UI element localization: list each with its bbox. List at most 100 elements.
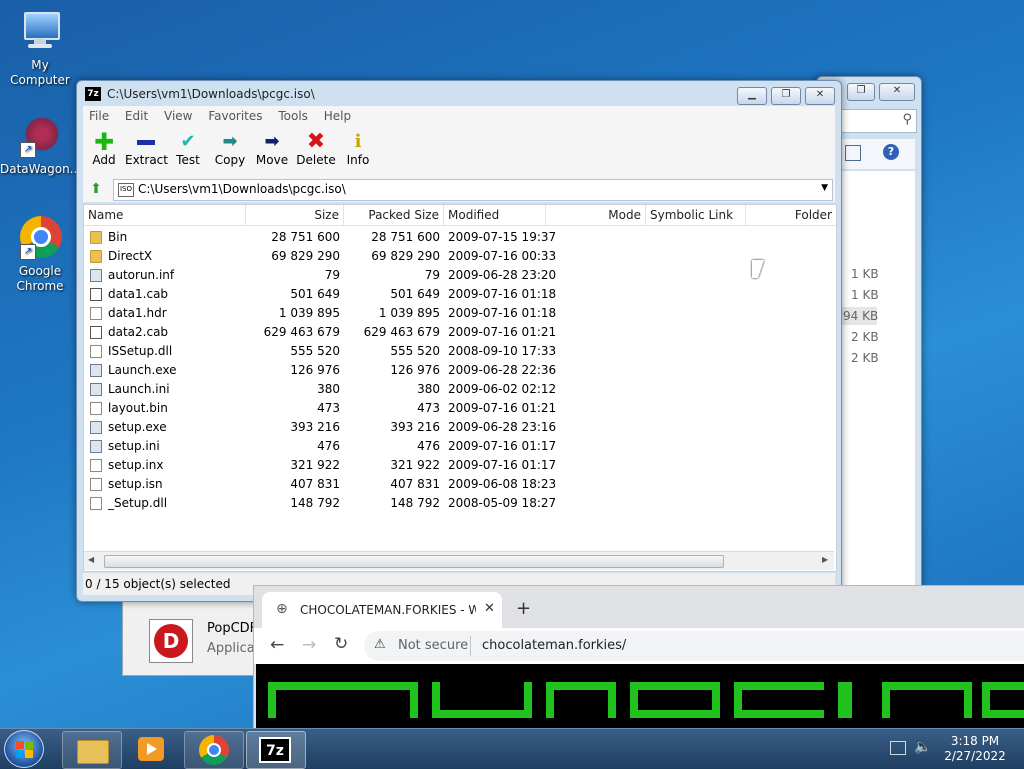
- cell-modified: 2008-09-10 17:33: [448, 344, 557, 358]
- menu-favorites[interactable]: Favorites: [202, 106, 268, 126]
- chrome-tab[interactable]: ⊕ CHOCOLATEMAN.FORKIES - WE ✕: [262, 592, 502, 628]
- preview-pane-icon[interactable]: [845, 145, 861, 161]
- file-icon: [90, 364, 102, 377]
- desktop-icon-google-chrome[interactable]: ↗ Google Chrome: [0, 214, 80, 294]
- file-icon: [90, 402, 102, 415]
- cell-size: 555 520: [290, 344, 340, 358]
- cell-modified: 2009-06-28 22:36: [448, 363, 557, 377]
- menu-view[interactable]: View: [158, 106, 198, 126]
- move-button[interactable]: ➡ Move: [251, 131, 293, 167]
- taskbar-media-player[interactable]: [122, 731, 180, 767]
- omnibox[interactable]: ⚠ Not secure chocolateman.forkies/: [364, 631, 1024, 661]
- column-folder[interactable]: Folder: [746, 205, 836, 225]
- table-row[interactable]: autorun.inf 79 79 2009-06-28 23:20: [84, 266, 836, 285]
- url-text: chocolateman.forkies/: [482, 638, 627, 653]
- table-row[interactable]: DirectX 69 829 290 69 829 290 2009-07-16 00…: [84, 247, 836, 266]
- desktop-icon-datawagon[interactable]: ↗ DataWagon...: [0, 112, 81, 177]
- file-icon: [90, 269, 102, 282]
- taskbar-explorer[interactable]: [62, 731, 122, 769]
- file-icon: [90, 288, 102, 301]
- cell-name: autorun.inf: [108, 268, 175, 282]
- maximize-button[interactable]: ❐: [847, 83, 875, 101]
- address-field[interactable]: ISO C:\Users\vm1\Downloads\pcgc.iso\ ▼: [113, 179, 833, 201]
- column-symbolic-link[interactable]: Symbolic Link: [646, 205, 746, 225]
- new-tab-icon[interactable]: +: [516, 598, 531, 619]
- close-button[interactable]: ✕: [805, 87, 835, 105]
- table-row[interactable]: _Setup.dll 148 792 148 792 2008-05-09 18:27: [84, 494, 836, 513]
- up-folder-icon[interactable]: ⬆: [87, 181, 105, 199]
- cell-packed-size: 555 520: [390, 344, 440, 358]
- sevenzip-window[interactable]: 7z C:\Users\vm1\Downloads\pcgc.iso\ ▁ ❐ …: [76, 80, 842, 602]
- chrome-window[interactable]: ⊕ CHOCOLATEMAN.FORKIES - WE ✕ + ← → ↻ ⚠ …: [253, 585, 1024, 730]
- volume-icon[interactable]: 🔈: [914, 739, 931, 755]
- taskbar-chrome[interactable]: [184, 731, 244, 769]
- column-header: Name Size Packed Size Modified Mode Symb…: [84, 205, 836, 226]
- extract-button[interactable]: Extract: [125, 131, 168, 167]
- scroll-left-icon[interactable]: ◀: [88, 555, 94, 564]
- menu-tools[interactable]: Tools: [272, 106, 314, 126]
- table-row[interactable]: setup.isn 407 831 407 831 2009-06-08 18:23: [84, 475, 836, 494]
- cell-modified: 2009-07-16 01:18: [448, 306, 557, 320]
- menu-edit[interactable]: Edit: [119, 106, 154, 126]
- explorer-toolbar: ?: [841, 139, 915, 169]
- file-list[interactable]: Name Size Packed Size Modified Mode Symb…: [83, 204, 837, 572]
- table-row[interactable]: setup.exe 393 216 393 216 2009-06-28 23:16: [84, 418, 836, 437]
- help-icon[interactable]: ?: [883, 144, 899, 160]
- clock[interactable]: 3:18 PM 2/27/2022: [940, 734, 1010, 764]
- table-row[interactable]: data2.cab 629 463 679 629 463 679 2009-07-1…: [84, 323, 836, 342]
- desktop-icon-my-computer[interactable]: My Computer: [0, 8, 80, 88]
- table-row[interactable]: data1.cab 501 649 501 649 2009-07-16 01:18: [84, 285, 836, 304]
- add-button[interactable]: ✚ Add: [83, 130, 125, 167]
- network-icon[interactable]: [890, 741, 906, 755]
- cell-modified: 2009-06-28 23:20: [448, 268, 557, 282]
- reload-icon[interactable]: ↻: [334, 634, 348, 654]
- title-bar[interactable]: 7z C:\Users\vm1\Downloads\pcgc.iso\ ▁ ❐ …: [77, 81, 841, 109]
- test-button[interactable]: ✔ Test: [167, 131, 209, 167]
- column-name[interactable]: Name: [84, 205, 246, 225]
- info-icon: i: [354, 131, 362, 152]
- table-row[interactable]: setup.ini 476 476 2009-07-16 01:17: [84, 437, 836, 456]
- close-button[interactable]: ✕: [879, 83, 915, 101]
- cell-packed-size: 501 649: [390, 287, 440, 301]
- back-icon[interactable]: ←: [270, 635, 284, 655]
- tab-close-icon[interactable]: ✕: [484, 601, 495, 616]
- delete-button[interactable]: ✖ Delete: [295, 131, 337, 168]
- scrollbar-thumb[interactable]: [104, 555, 724, 568]
- maximize-button[interactable]: ❐: [771, 87, 801, 105]
- table-row[interactable]: Launch.ini 380 380 2009-06-02 02:12: [84, 380, 836, 399]
- cell-size: 393 216: [290, 420, 340, 434]
- table-row[interactable]: Bin 28 751 600 28 751 600 2009-07-15 19:37: [84, 228, 836, 247]
- check-icon: ✔: [180, 131, 196, 152]
- table-row[interactable]: Launch.exe 126 976 126 976 2009-06-28 22:36: [84, 361, 836, 380]
- file-rows: Bin 28 751 600 28 751 600 2009-07-15 19:37 D…: [84, 228, 836, 528]
- warning-icon[interactable]: ⚠: [374, 637, 386, 652]
- table-row[interactable]: setup.inx 321 922 321 922 2009-07-16 01:17: [84, 456, 836, 475]
- minimize-button[interactable]: ▁: [737, 87, 767, 105]
- menu-help[interactable]: Help: [318, 106, 357, 126]
- column-packed-size[interactable]: Packed Size: [344, 205, 444, 225]
- cell-size: 79: [324, 268, 340, 282]
- column-size[interactable]: Size: [246, 205, 344, 225]
- taskbar-sevenzip[interactable]: 7z: [246, 731, 306, 769]
- start-button[interactable]: [4, 730, 44, 768]
- forward-icon[interactable]: →: [302, 635, 316, 655]
- cell-packed-size: 321 922: [390, 458, 440, 472]
- table-row[interactable]: ISSetup.dll 555 520 555 520 2008-09-10 17:3…: [84, 342, 836, 361]
- scroll-right-icon[interactable]: ▶: [822, 555, 828, 564]
- column-modified[interactable]: Modified: [444, 205, 546, 225]
- copy-button[interactable]: ➡ Copy: [209, 131, 251, 167]
- menu-file[interactable]: File: [83, 106, 115, 126]
- cell-packed-size: 1 039 895: [378, 306, 440, 320]
- info-button[interactable]: i Info: [337, 131, 379, 167]
- table-row[interactable]: layout.bin 473 473 2009-07-16 01:21: [84, 399, 836, 418]
- installer-item-panel[interactable]: D PopCDF Applicat: [122, 598, 264, 676]
- search-box[interactable]: ⚲: [841, 109, 917, 133]
- horizontal-scrollbar[interactable]: ◀ ▶: [84, 551, 834, 570]
- dropdown-chevron-icon[interactable]: ▼: [821, 183, 828, 193]
- table-row[interactable]: data1.hdr 1 039 895 1 039 895 2009-07-16 01…: [84, 304, 836, 323]
- cell-size: 629 463 679: [263, 325, 340, 339]
- size-cell: 2 KB: [851, 330, 879, 344]
- column-mode[interactable]: Mode: [546, 205, 646, 225]
- address-text: C:\Users\vm1\Downloads\pcgc.iso\: [138, 182, 346, 196]
- copy-arrow-icon: ➡: [222, 131, 238, 152]
